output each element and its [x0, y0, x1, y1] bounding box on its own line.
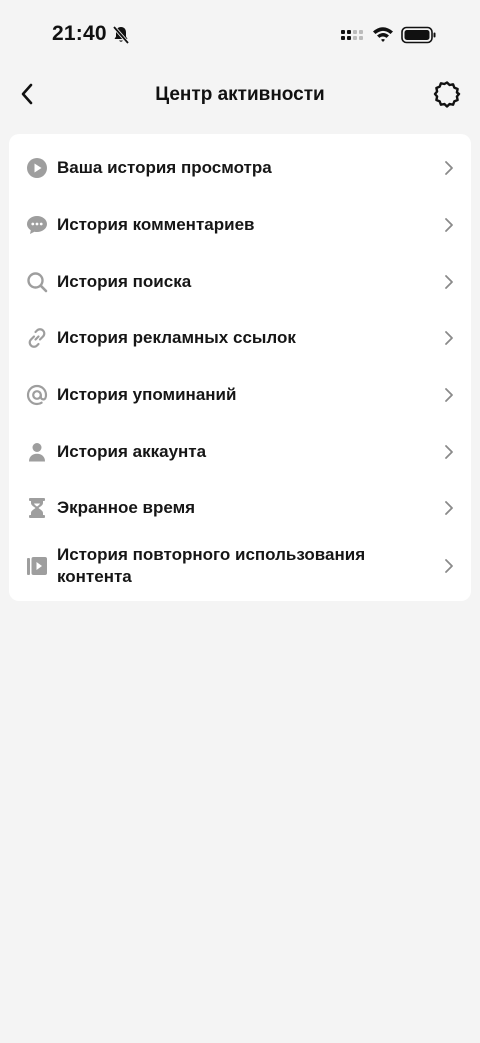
play-circle-icon: [26, 157, 48, 179]
chevron-right-icon: [443, 160, 455, 176]
activity-menu: Ваша история просмотра История комментар…: [9, 134, 471, 601]
chevron-right-icon: [443, 330, 455, 346]
gear-icon: [433, 80, 461, 113]
menu-item-account-history[interactable]: История аккаунта: [9, 423, 471, 480]
link-icon: [26, 327, 48, 349]
menu-item-label: История комментариев: [57, 215, 255, 235]
status-bar: 21:40: [0, 0, 480, 70]
menu-item-ad-link-history[interactable]: История рекламных ссылок: [9, 310, 471, 367]
menu-item-watch-history[interactable]: Ваша история просмотра: [9, 140, 471, 197]
settings-button[interactable]: [432, 80, 462, 113]
chevron-right-icon: [443, 558, 455, 574]
menu-item-label: Ваша история просмотра: [57, 158, 272, 178]
page-title: Центр активности: [155, 84, 325, 105]
menu-item-label: История упоминаний: [57, 385, 237, 405]
menu-item-label: История аккаунта: [57, 441, 207, 461]
person-icon: [26, 441, 48, 463]
chevron-right-icon: [443, 274, 455, 290]
chevron-right-icon: [443, 444, 455, 460]
menu-item-label: История рекламных ссылок: [57, 328, 296, 348]
chevron-right-icon: [443, 217, 455, 233]
chevron-right-icon: [443, 387, 455, 403]
menu-item-label: История поиска: [57, 271, 192, 291]
search-icon: [26, 271, 48, 293]
menu-item-label: История повторного использования контент…: [57, 544, 366, 586]
chevron-right-icon: [443, 500, 455, 516]
header: Центр активности: [0, 72, 480, 120]
video-reuse-icon: [26, 555, 48, 577]
bell-muted-icon: [112, 25, 130, 45]
signal-icon: [340, 26, 366, 44]
battery-icon: [401, 26, 437, 44]
menu-item-label: Экранное время: [57, 498, 196, 518]
menu-item-screen-time[interactable]: Экранное время: [9, 480, 471, 537]
status-time: 21:40: [52, 22, 107, 45]
hourglass-icon: [26, 497, 48, 519]
wifi-icon: [372, 25, 394, 43]
menu-item-search-history[interactable]: История поиска: [9, 253, 471, 310]
at-sign-icon: [26, 384, 48, 406]
menu-item-content-reuse-history[interactable]: История повторного использования контент…: [9, 537, 471, 595]
comment-bubble-icon: [26, 214, 48, 236]
menu-item-comment-history[interactable]: История комментариев: [9, 197, 471, 254]
menu-item-mention-history[interactable]: История упоминаний: [9, 367, 471, 424]
